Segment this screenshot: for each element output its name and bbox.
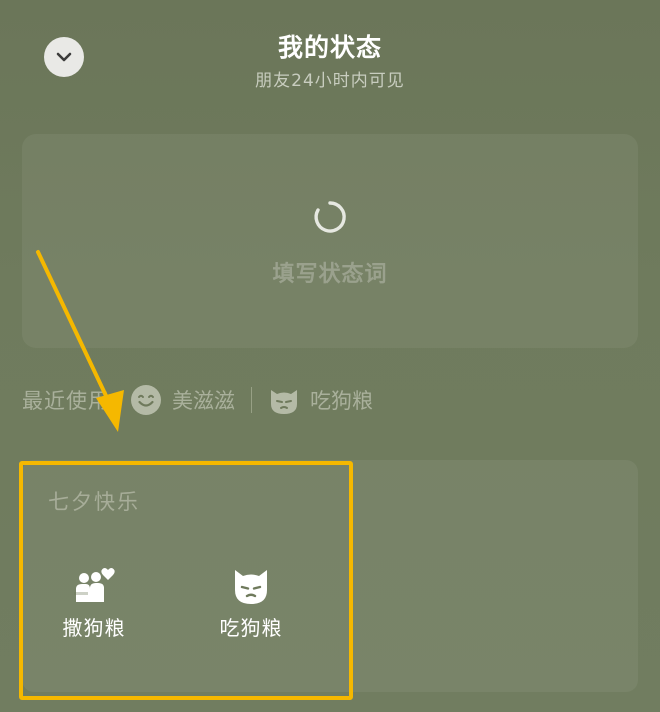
- cat-face-icon: [235, 570, 267, 604]
- divider: [251, 387, 252, 413]
- recent-used-label: 最近使用: [22, 389, 110, 413]
- page-subtitle: 朋友24小时内可见: [255, 71, 405, 91]
- status-input-card[interactable]: [22, 134, 638, 348]
- cat-face-icon: [271, 390, 297, 414]
- couple-heart-icon: [74, 567, 115, 602]
- recent-item-chigouliang[interactable]: 吃狗粮: [268, 384, 373, 416]
- status-page: 我的状态 朋友24小时内可见 填写状态词 最近使用 美滋滋 吃狗粮 七夕快乐 撒…: [0, 0, 660, 712]
- recent-item-label: 吃狗粮: [310, 389, 373, 413]
- status-input-placeholder: 填写状态词: [272, 262, 388, 287]
- option-sa-gouliang[interactable]: 撒狗粮: [39, 566, 149, 641]
- smile-face-icon: [131, 385, 161, 415]
- option-label: 吃狗粮: [219, 616, 283, 640]
- page-title: 我的状态: [277, 33, 382, 62]
- option-label: 撒狗粮: [62, 616, 126, 640]
- option-chi-gouliang[interactable]: 吃狗粮: [196, 566, 306, 641]
- recent-item-meizizi[interactable]: 美滋滋: [130, 384, 235, 416]
- recent-used-row: 最近使用 美滋滋 吃狗粮: [22, 378, 373, 422]
- recent-item-label: 美滋滋: [172, 389, 235, 413]
- category-title: 七夕快乐: [48, 490, 140, 514]
- loading-spinner-icon: [314, 201, 346, 233]
